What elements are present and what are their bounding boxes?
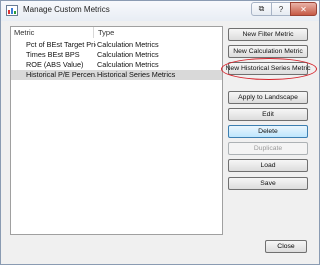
duplicate-button: Duplicate xyxy=(228,142,308,155)
apply-to-landscape-button[interactable]: Apply to Landscape xyxy=(228,91,308,104)
filter-icon[interactable]: ⧉ xyxy=(251,2,272,16)
metric-type: Calculation Metrics xyxy=(97,50,159,59)
manage-custom-metrics-dialog: Manage Custom Metrics ⧉ ? ✕ Metric Type … xyxy=(0,0,320,265)
column-separator[interactable] xyxy=(93,27,94,38)
list-item-selected[interactable]: Historical P/E Percen... Historical Seri… xyxy=(11,70,222,80)
help-icon[interactable]: ? xyxy=(271,2,291,16)
metric-name: Times BEst BPS xyxy=(26,50,80,59)
metric-name: ROE (ABS Value) xyxy=(26,60,84,69)
metric-type: Calculation Metrics xyxy=(97,60,159,69)
list-item[interactable]: Times BEst BPS Calculation Metrics xyxy=(11,50,222,60)
title-bar: Manage Custom Metrics ⧉ ? ✕ xyxy=(1,1,319,21)
highlight-annotation xyxy=(221,58,317,80)
app-icon xyxy=(6,5,18,16)
edit-button[interactable]: Edit xyxy=(228,108,308,121)
close-button[interactable]: Close xyxy=(265,240,307,253)
list-item[interactable]: ROE (ABS Value) Calculation Metrics xyxy=(11,60,222,70)
column-header-type[interactable]: Type xyxy=(98,28,114,37)
save-button[interactable]: Save xyxy=(228,177,308,190)
list-rows: Pct of BEst Target Price Calculation Met… xyxy=(11,40,222,80)
metric-name: Pct of BEst Target Price xyxy=(26,40,96,49)
list-item[interactable]: Pct of BEst Target Price Calculation Met… xyxy=(11,40,222,50)
metric-name: Historical P/E Percen... xyxy=(26,70,96,79)
metric-type: Historical Series Metrics xyxy=(97,70,176,79)
delete-button[interactable]: Delete xyxy=(228,125,308,138)
window-title: Manage Custom Metrics xyxy=(23,5,110,14)
metric-type: Calculation Metrics xyxy=(97,40,159,49)
new-filter-metric-button[interactable]: New Filter Metric xyxy=(228,28,308,41)
list-header: Metric Type xyxy=(11,27,222,38)
load-button[interactable]: Load xyxy=(228,159,308,172)
column-header-metric[interactable]: Metric xyxy=(14,28,34,37)
metrics-list[interactable]: Metric Type Pct of BEst Target Price Cal… xyxy=(10,26,223,235)
close-icon[interactable]: ✕ xyxy=(290,2,317,16)
new-calculation-metric-button[interactable]: New Calculation Metric xyxy=(228,45,308,58)
